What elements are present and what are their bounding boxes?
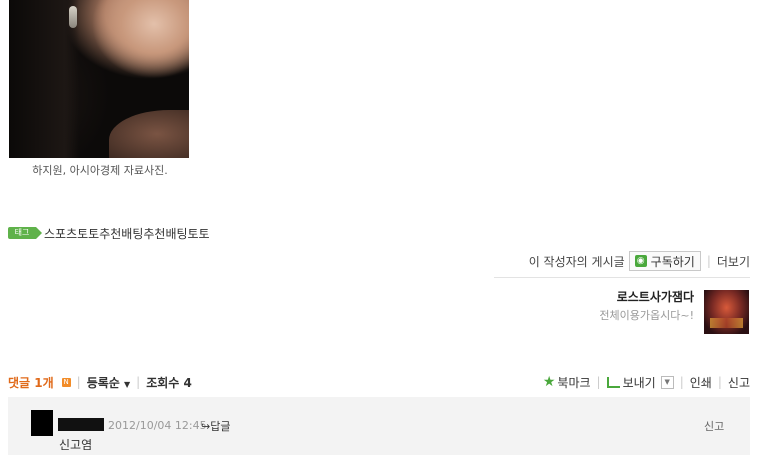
comment-date: 2012/10/04 12:45: [108, 419, 207, 432]
author-posts-label: 이 작성자의 게시글: [528, 254, 625, 269]
tag-icon: 태그: [8, 227, 42, 239]
tag-link[interactable]: 스포츠토토추천배팅추천배팅토토: [44, 225, 210, 242]
more-link[interactable]: 더보기: [717, 253, 750, 270]
comment-author-redacted: [58, 418, 104, 431]
article-tools: ★ 북마크 | 보내기 ▼ | 인쇄 | 신고: [543, 372, 750, 392]
send-button[interactable]: 보내기: [623, 374, 656, 391]
blog-name[interactable]: 로스트사가잼다: [617, 288, 694, 305]
divider: |: [136, 375, 141, 389]
divider-line: [494, 277, 750, 278]
avatar[interactable]: [31, 410, 53, 436]
article-photo: [9, 0, 189, 158]
share-icon: [606, 376, 620, 388]
subscribe-label: 구독하기: [650, 254, 695, 269]
reply-button[interactable]: ↪답글: [201, 418, 230, 434]
sort-dropdown[interactable]: 등록순 ▼: [87, 374, 130, 391]
bookmark-button[interactable]: 북마크: [557, 374, 590, 391]
rss-icon: ◉: [634, 255, 647, 267]
chevron-down-icon[interactable]: ▼: [660, 375, 674, 389]
comment-report-button[interactable]: 신고: [704, 418, 724, 434]
author-actions: 이 작성자의 게시글 ◉ 구독하기 | 더보기: [529, 251, 750, 271]
star-icon: ★: [542, 374, 556, 390]
comment-text: 신고염: [59, 438, 93, 452]
view-count: 조회수 4: [146, 375, 192, 390]
divider: |: [679, 375, 684, 389]
divider: |: [717, 375, 722, 389]
comment-count[interactable]: 댓글 1개: [8, 374, 54, 391]
sort-label: 등록순: [86, 375, 120, 390]
divider: |: [76, 375, 81, 389]
blog-thumbnail[interactable]: [704, 290, 749, 334]
blog-description: 전체이용가옵시다~!: [599, 309, 694, 322]
new-icon: N: [61, 377, 71, 387]
subscribe-button[interactable]: ◉ 구독하기: [628, 251, 701, 271]
report-button[interactable]: 신고: [728, 374, 750, 391]
comments-toolbar: 댓글 1개 N | 등록순 ▼ | 조회수 4 ★ 북마크 | 보내기 ▼ | …: [8, 372, 750, 392]
divider: |: [706, 254, 711, 268]
print-button[interactable]: 인쇄: [690, 374, 712, 391]
caret-down-icon: ▼: [124, 379, 131, 389]
reply-label: 답글: [210, 420, 231, 433]
reply-arrow-icon: ↪: [201, 420, 211, 433]
photo-caption: 하지원, 아시아경제 자료사진.: [32, 164, 168, 177]
divider: |: [596, 375, 601, 389]
